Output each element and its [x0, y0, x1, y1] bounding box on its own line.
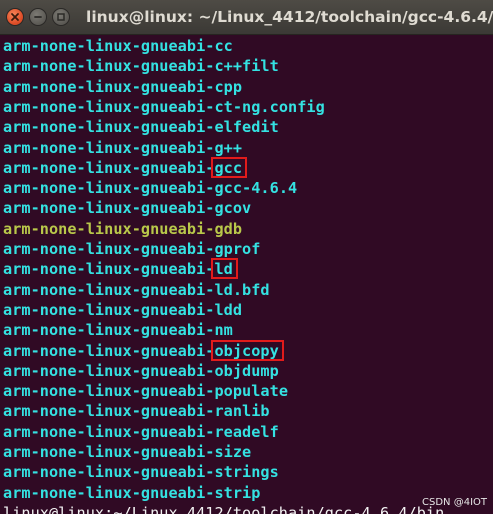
file-name-suffix: g++ [214, 138, 243, 157]
file-name-prefix: arm-none-linux-gnueabi- [3, 138, 215, 157]
file-name-prefix: arm-none-linux-gnueabi- [3, 402, 215, 421]
file-list-item: arm-none-linux-gnueabi-populate [3, 381, 288, 401]
file-name-suffix: size [214, 443, 252, 461]
file-name-suffix: elfedit [214, 118, 279, 137]
file-name-suffix: gprof [214, 240, 261, 258]
file-name-suffix: ld [214, 260, 233, 279]
file-list-item: arm-none-linux-gnueabi-elfedit [3, 117, 279, 137]
file-list-item: arm-none-linux-gnueabi-strip [3, 483, 260, 503]
file-list-item: arm-none-linux-gnueabi-readelf [3, 422, 279, 442]
close-button[interactable] [6, 8, 24, 26]
file-name-suffix: c++filt [214, 57, 279, 76]
file-list-item: arm-none-linux-gnueabi-gdb [3, 219, 242, 239]
terminal-window: linux@linux: ~/Linux_4412/toolchain/gcc-… [0, 0, 493, 514]
file-list-item: arm-none-linux-gnueabi-cpp [3, 77, 242, 97]
file-list-item: arm-none-linux-gnueabi-c++filt [3, 56, 279, 76]
file-name-prefix: arm-none-linux-gnueabi- [3, 57, 215, 76]
file-name-prefix: arm-none-linux-gnueabi- [3, 179, 215, 198]
file-list-item: arm-none-linux-gnueabi-gcov [3, 198, 251, 218]
close-icon [11, 13, 19, 21]
file-name-prefix: arm-none-linux-gnueabi- [3, 260, 215, 279]
file-name-prefix: arm-none-linux-gnueabi- [3, 240, 215, 258]
file-name-suffix: gcov [214, 199, 252, 218]
file-name-suffix: ldd [214, 300, 243, 319]
watermark: CSDN @4IOT [422, 497, 487, 508]
file-name-prefix: arm-none-linux-gnueabi- [3, 118, 215, 137]
maximize-button[interactable] [52, 8, 70, 26]
file-name-suffix: strings [214, 463, 279, 482]
file-name-prefix: arm-none-linux-gnueabi- [3, 321, 215, 340]
file-list-item: arm-none-linux-gnueabi-g++ [3, 138, 242, 158]
file-list-item: arm-none-linux-gnueabi-strings [3, 462, 279, 482]
file-name-prefix: arm-none-linux-gnueabi- [3, 97, 215, 116]
file-name-suffix: ct-ng.config [214, 97, 325, 116]
file-list-item: arm-none-linux-gnueabi-gprof [3, 239, 260, 259]
file-name-prefix: arm-none-linux-gnueabi- [3, 361, 215, 380]
file-name-suffix: objcopy [214, 341, 279, 360]
file-name-prefix: arm-none-linux-gnueabi- [3, 280, 215, 299]
file-name-suffix: gdb [214, 219, 243, 238]
file-name-prefix: arm-none-linux-gnueabi- [3, 219, 215, 238]
terminal-output[interactable]: arm-none-linux-gnueabi-cc arm-none-linux-… [0, 35, 493, 514]
file-name-prefix: arm-none-linux-gnueabi- [3, 443, 215, 461]
window-controls [6, 8, 70, 26]
file-name-prefix: arm-none-linux-gnueabi- [3, 422, 215, 441]
file-name-prefix: arm-none-linux-gnueabi- [3, 463, 215, 482]
file-name-suffix: ld.bfd [214, 280, 270, 299]
file-name-prefix: arm-none-linux-gnueabi- [3, 300, 215, 319]
file-name-suffix: cc [214, 37, 233, 55]
file-name-suffix: gcc [214, 158, 243, 177]
minimize-icon [34, 16, 42, 18]
file-name-suffix: nm [214, 321, 233, 340]
file-list-item: arm-none-linux-gnueabi-nm [3, 320, 233, 340]
file-list-item: arm-none-linux-gnueabi-ct-ng.config [3, 97, 325, 117]
file-name-prefix: arm-none-linux-gnueabi- [3, 199, 215, 218]
file-list-item: arm-none-linux-gnueabi-cc [3, 36, 233, 56]
maximize-icon [57, 13, 65, 21]
file-name-suffix: ranlib [214, 402, 270, 421]
file-list-item: arm-none-linux-gnueabi-gcc-4.6.4 [3, 178, 297, 198]
file-name-prefix: arm-none-linux-gnueabi- [3, 483, 215, 502]
file-list-item: arm-none-linux-gnueabi-objdump [3, 361, 279, 381]
file-name-suffix: populate [214, 382, 289, 401]
file-name-prefix: arm-none-linux-gnueabi- [3, 37, 215, 55]
file-list-item: arm-none-linux-gnueabi-gcc [3, 158, 242, 178]
file-name-suffix: cpp [214, 77, 243, 96]
file-name-prefix: arm-none-linux-gnueabi- [3, 341, 215, 360]
file-list-item: arm-none-linux-gnueabi-ldd [3, 300, 242, 320]
file-list-item: arm-none-linux-gnueabi-ranlib [3, 401, 270, 421]
file-name-suffix: strip [214, 483, 261, 502]
file-name-suffix: gcc-4.6.4 [214, 179, 298, 198]
file-name-prefix: arm-none-linux-gnueabi- [3, 158, 215, 177]
file-name-prefix: arm-none-linux-gnueabi- [3, 77, 215, 96]
file-list-item: arm-none-linux-gnueabi-size [3, 442, 251, 462]
file-name-suffix: objdump [214, 361, 279, 380]
file-list-item: arm-none-linux-gnueabi-ld [3, 259, 233, 279]
file-list-item: arm-none-linux-gnueabi-objcopy [3, 341, 279, 361]
shell-prompt[interactable]: linux@linux:~/Linux_4412/toolchain/gcc-4… [3, 503, 444, 514]
file-name-prefix: arm-none-linux-gnueabi- [3, 382, 215, 401]
title-bar[interactable]: linux@linux: ~/Linux_4412/toolchain/gcc-… [0, 0, 493, 35]
file-list-item: arm-none-linux-gnueabi-ld.bfd [3, 280, 270, 300]
file-name-suffix: readelf [214, 422, 279, 441]
window-title: linux@linux: ~/Linux_4412/toolchain/gcc-… [86, 8, 493, 26]
minimize-button[interactable] [29, 8, 47, 26]
